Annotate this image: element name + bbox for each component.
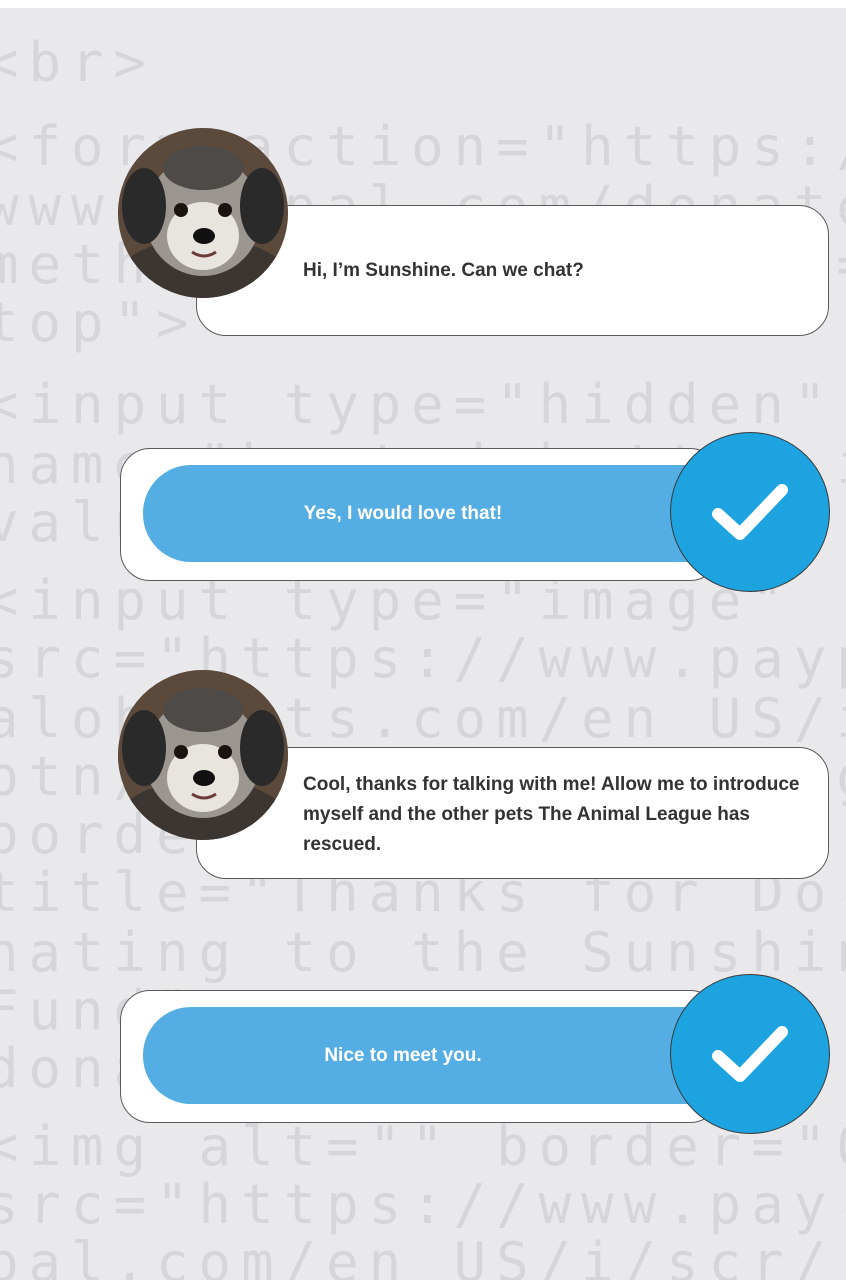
sunshine-avatar xyxy=(118,670,288,840)
code-line: <input type="hidden" xyxy=(0,373,837,436)
code-line: src="https://www.pay- xyxy=(0,1173,846,1236)
code-line: top"> xyxy=(0,291,199,354)
checkmark-icon xyxy=(712,1026,788,1082)
code-line: pal.com/en_US/i/scr/ xyxy=(0,1231,837,1280)
confirm-reply-button[interactable] xyxy=(670,974,830,1134)
confirm-reply-button[interactable] xyxy=(670,432,830,592)
message-text: Hi, I’m Sunshine. Can we chat? xyxy=(303,260,584,281)
code-line: <form action="https:// xyxy=(0,115,846,178)
code-line: nating to the Sunshine xyxy=(0,921,846,984)
message-text: Cool, thanks for talking with me! Allow … xyxy=(303,774,800,855)
code-line: <input type="image" xyxy=(0,569,794,632)
dog-photo-icon xyxy=(118,128,288,298)
code-line: src="https://www.payp- xyxy=(0,627,846,690)
message-bubble: Cool, thanks for talking with me! Allow … xyxy=(196,747,829,879)
code-line: <br> xyxy=(0,31,157,94)
dog-photo-icon xyxy=(118,670,288,840)
sunshine-avatar xyxy=(118,128,288,298)
reply-option-button[interactable]: Nice to meet you. xyxy=(143,1007,743,1104)
checkmark-icon xyxy=(712,484,788,540)
reply-option-button[interactable]: Yes, I would love that! xyxy=(143,465,743,562)
message-bubble: Hi, I’m Sunshine. Can we chat? xyxy=(196,205,829,336)
